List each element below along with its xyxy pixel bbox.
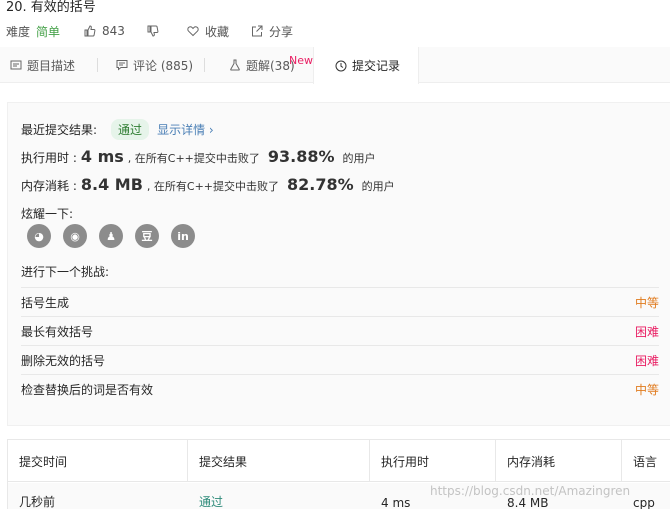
tab-label: 评论 (885) — [133, 58, 194, 73]
result-panel: 最近提交结果: 通过 显示详情 › 执行用时 : 4 ms , 在所有C++提交… — [7, 102, 670, 426]
thumbs-up-icon — [84, 25, 96, 37]
tab-submissions[interactable]: 提交记录 — [313, 47, 419, 84]
like-count: 843 — [102, 24, 125, 38]
share-label: 炫耀一下: — [21, 207, 74, 221]
show-details-link[interactable]: 显示详情 › — [157, 121, 214, 138]
runtime-suffix: 的用户 — [342, 152, 376, 165]
table-header: 提交时间 提交结果 执行用时 内存消耗 语言 — [8, 440, 670, 482]
runtime-label: 执行用时 : — [21, 151, 77, 165]
share-label: 分享 — [268, 24, 293, 39]
runtime-stat: 执行用时 : 4 ms , 在所有C++提交中击败了 93.88% 的用户 — [21, 147, 376, 166]
flask-icon — [230, 59, 240, 71]
wechat-icon[interactable]: ◕ — [27, 224, 51, 248]
difficulty-tag: 中等 — [634, 295, 659, 310]
qq-icon[interactable]: ♟ — [99, 224, 123, 248]
table-cell: 几秒前 — [19, 495, 56, 509]
clock-icon — [335, 60, 347, 71]
difficulty-value: 简单 — [36, 24, 61, 39]
comment-icon — [116, 60, 128, 71]
problem-title: 20. 有效的括号 — [6, 0, 96, 15]
dislike-button[interactable] — [147, 25, 165, 37]
tab-bar: 题目描述 评论 (885) 题解(38) 提交记录 — [0, 47, 670, 84]
tab-solutions[interactable]: 题解(38) — [229, 47, 295, 83]
submissions-table: 提交时间 提交结果 执行用时 内存消耗 语言 几秒前 通过 4 ms 8.4 M… — [7, 439, 670, 509]
difficulty-tag: 困难 — [634, 324, 659, 339]
share-button[interactable]: 分享 — [251, 23, 293, 40]
difficulty-tag: 中等 — [634, 382, 659, 397]
tab-label: 题目描述 — [27, 58, 76, 73]
difficulty-tag: 困难 — [634, 353, 659, 368]
douban-icon[interactable]: 豆 — [135, 224, 159, 248]
challenge-name: 检查替换后的词是否有效 — [21, 382, 154, 397]
status-link[interactable]: 通过 — [188, 483, 223, 509]
next-challenge-label: 进行下一个挑战: — [21, 265, 110, 279]
tab-divider — [204, 58, 205, 72]
heart-icon — [187, 26, 199, 37]
memory-suffix: 的用户 — [361, 180, 395, 193]
memory-value: 8.4 MB — [80, 175, 143, 194]
share-icons: ◕ ◉ ♟ 豆 in — [27, 224, 207, 248]
difficulty-label: 难度 — [6, 24, 31, 39]
memory-text: , 在所有C++提交中击败了 — [146, 180, 279, 193]
tab-label: 题解(38) — [246, 58, 295, 73]
new-badge: New — [289, 54, 313, 67]
column-header: 语言 — [633, 454, 658, 469]
thumbs-down-icon — [147, 25, 159, 37]
favorite-button[interactable]: 收藏 — [187, 23, 229, 40]
latest-result-row: 最近提交结果: 通过 显示详情 › — [21, 119, 214, 140]
runtime-text: , 在所有C++提交中击败了 — [127, 152, 260, 165]
memory-stat: 内存消耗 : 8.4 MB , 在所有C++提交中击败了 82.78% 的用户 — [21, 175, 395, 194]
tab-divider — [97, 58, 98, 72]
column-header: 执行用时 — [370, 440, 496, 482]
tab-label: 提交记录 — [352, 59, 401, 73]
memory-percent: 82.78% — [287, 175, 354, 194]
list-item[interactable]: 最长有效括号 困难 — [21, 316, 659, 345]
latest-result-label: 最近提交结果: — [21, 123, 98, 137]
linkedin-icon[interactable]: in — [171, 224, 195, 248]
list-item[interactable]: 检查替换后的词是否有效 中等 — [21, 374, 659, 403]
tab-comments[interactable]: 评论 (885) — [116, 47, 193, 83]
tab-description[interactable]: 题目描述 — [10, 47, 75, 83]
share-icon — [251, 25, 263, 37]
column-header: 内存消耗 — [496, 440, 622, 482]
challenge-name: 最长有效括号 — [21, 324, 94, 339]
runtime-value: 4 ms — [80, 147, 124, 166]
like-button[interactable]: 843 — [84, 24, 125, 38]
watermark: https://blog.csdn.net/Amazingren — [430, 484, 631, 498]
status-badge: 通过 — [111, 119, 150, 140]
challenge-name: 括号生成 — [21, 295, 70, 310]
favorite-label: 收藏 — [204, 24, 229, 39]
document-icon — [10, 60, 22, 70]
challenge-name: 删除无效的括号 — [21, 353, 106, 368]
weibo-icon[interactable]: ◉ — [63, 224, 87, 248]
table-cell: 4 ms — [381, 496, 411, 509]
next-challenge-list: 括号生成 中等 最长有效括号 困难 删除无效的括号 困难 检查替换后的词是否有效… — [21, 287, 659, 403]
list-item[interactable]: 括号生成 中等 — [21, 287, 659, 316]
memory-label: 内存消耗 : — [21, 179, 77, 193]
problem-meta: 难度 简单 843 收藏 分享 — [6, 22, 315, 40]
runtime-percent: 93.88% — [267, 147, 335, 166]
column-header: 提交结果 — [188, 440, 370, 482]
column-header: 提交时间 — [8, 440, 188, 482]
list-item[interactable]: 删除无效的括号 困难 — [21, 345, 659, 374]
